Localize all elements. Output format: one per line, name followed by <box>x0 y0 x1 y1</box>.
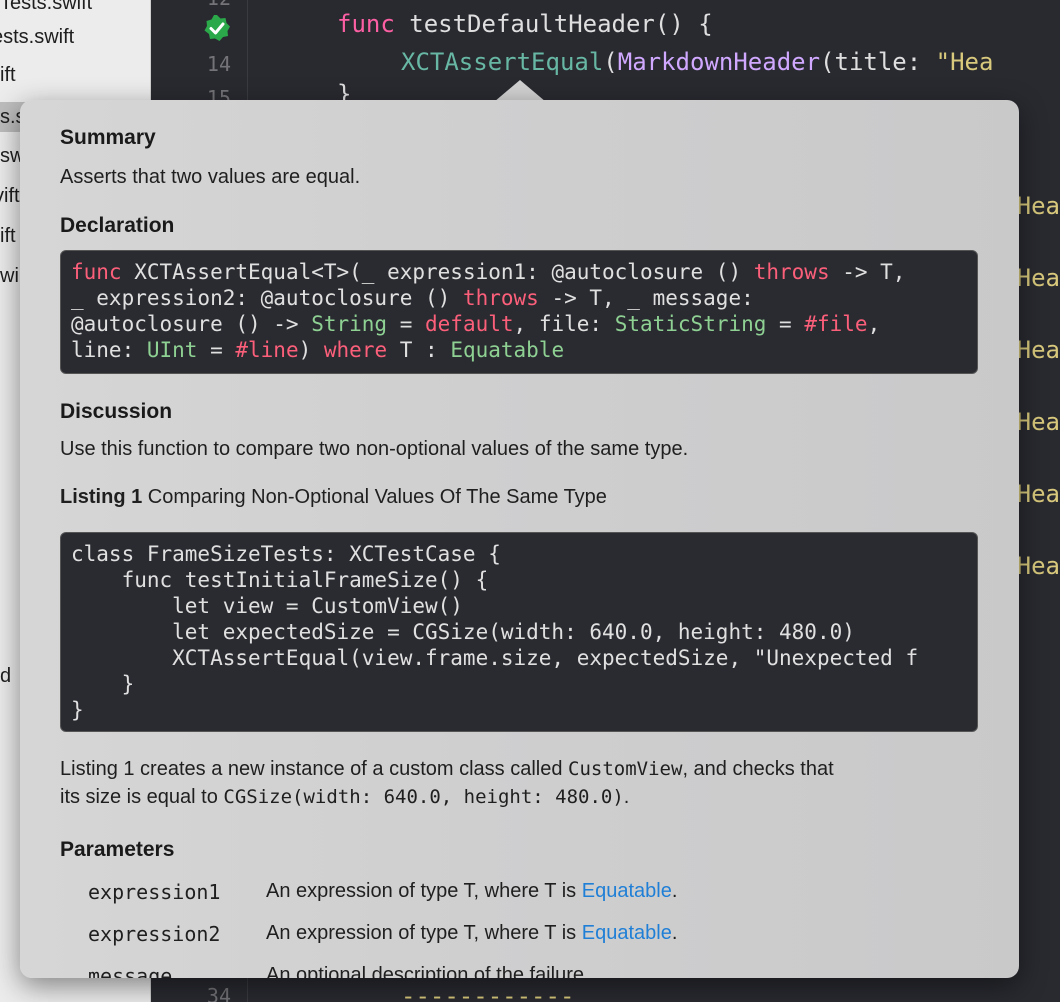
summary-text: Asserts that two values are equal. <box>60 166 361 188</box>
declaration-heading: Declaration <box>60 214 175 237</box>
parameter-name: expression2 <box>88 922 221 946</box>
listing-line: func testInitialFrameSize() { <box>71 568 489 592</box>
code-fragment: Hea <box>1016 192 1060 220</box>
code-line: ------------ <box>401 982 575 1002</box>
equatable-link[interactable]: Equatable <box>582 880 672 902</box>
declaration-line: line: UInt = #line) where T : Equatable <box>71 338 565 362</box>
code-text: ( <box>603 48 618 76</box>
listing-line: class FrameSizeTests: XCTestCase { <box>71 542 501 566</box>
line-number: 12 <box>207 0 231 10</box>
code-fragment: Hea <box>1016 264 1060 292</box>
code-line[interactable]: XCTAssertEqual(MarkdownHeader(title: "He… <box>401 48 993 76</box>
listing-line: } <box>71 672 135 696</box>
file-item[interactable]: Tests.swift <box>0 0 92 18</box>
test-passed-check-icon[interactable] <box>203 14 231 42</box>
code-fragment: Hea <box>1016 336 1060 364</box>
code-fragment: Hea <box>1016 552 1060 580</box>
file-item[interactable]: wi <box>0 261 19 291</box>
parameter-description: An optional description of the failure. <box>266 964 590 978</box>
code-line[interactable]: func testDefaultHeader() { <box>337 10 713 38</box>
parameter-name: expression1 <box>88 880 221 904</box>
code-fragment: Hea <box>1016 408 1060 436</box>
file-item[interactable]: vift <box>0 181 20 211</box>
line-number: 14 <box>206 52 231 76</box>
declaration-code-block[interactable]: func XCTAssertEqual<T>(_ expression1: @a… <box>60 250 978 374</box>
listing-line: XCTAssertEqual(view.frame.size, expected… <box>71 646 919 670</box>
declaration-line: _ expression2: @autoclosure () throws ->… <box>71 286 754 310</box>
parameter-description: An expression of type T, where T is Equa… <box>266 880 678 902</box>
listing-explanation-line2: its size is equal to CGSize(width: 640.0… <box>60 786 630 808</box>
parameters-heading: Parameters <box>60 838 175 861</box>
listing-line: let view = CustomView() <box>71 594 463 618</box>
file-item[interactable]: Tests.swift <box>0 22 74 52</box>
declaration-line: func XCTAssertEqual<T>(_ expression1: @a… <box>71 260 906 284</box>
function-name: XCTAssertEqual <box>401 48 604 76</box>
summary-heading: Summary <box>60 126 156 149</box>
listing-label: Listing 1 <box>60 486 143 508</box>
line-number: 34 <box>206 984 231 1002</box>
listing-line: let expectedSize = CGSize(width: 640.0, … <box>71 620 855 644</box>
listing-line: } <box>71 698 84 722</box>
equatable-link[interactable]: Equatable <box>582 922 672 944</box>
popover-arrow <box>494 80 546 102</box>
listing-caption: Listing 1 Comparing Non-Optional Values … <box>60 486 607 509</box>
listing-title: Comparing Non-Optional Values Of The Sam… <box>142 486 607 508</box>
discussion-heading: Discussion <box>60 400 173 423</box>
type-name: MarkdownHeader <box>617 48 821 76</box>
file-item[interactable]: d <box>0 661 11 691</box>
declaration-line: @autoclosure () -> String = default, fil… <box>71 312 881 336</box>
quick-help-popover[interactable]: Summary Asserts that two values are equa… <box>20 100 1019 978</box>
code-fragment: Hea <box>1016 480 1060 508</box>
parameter-name: message <box>88 964 173 978</box>
listing-code-block[interactable]: class FrameSizeTests: XCTestCase { func … <box>60 532 978 732</box>
keyword: func <box>337 10 395 38</box>
parameter-description: An expression of type T, where T is Equa… <box>266 922 678 944</box>
code-text: (title: <box>820 48 936 76</box>
file-item[interactable]: ift <box>0 60 16 90</box>
string-literal: "Hea <box>935 48 994 76</box>
code-text: testDefaultHeader() { <box>394 10 713 38</box>
listing-explanation-line1: Listing 1 creates a new instance of a cu… <box>60 758 834 780</box>
discussion-text: Use this function to compare two non-opt… <box>60 438 689 460</box>
file-item[interactable]: ift <box>0 221 16 251</box>
